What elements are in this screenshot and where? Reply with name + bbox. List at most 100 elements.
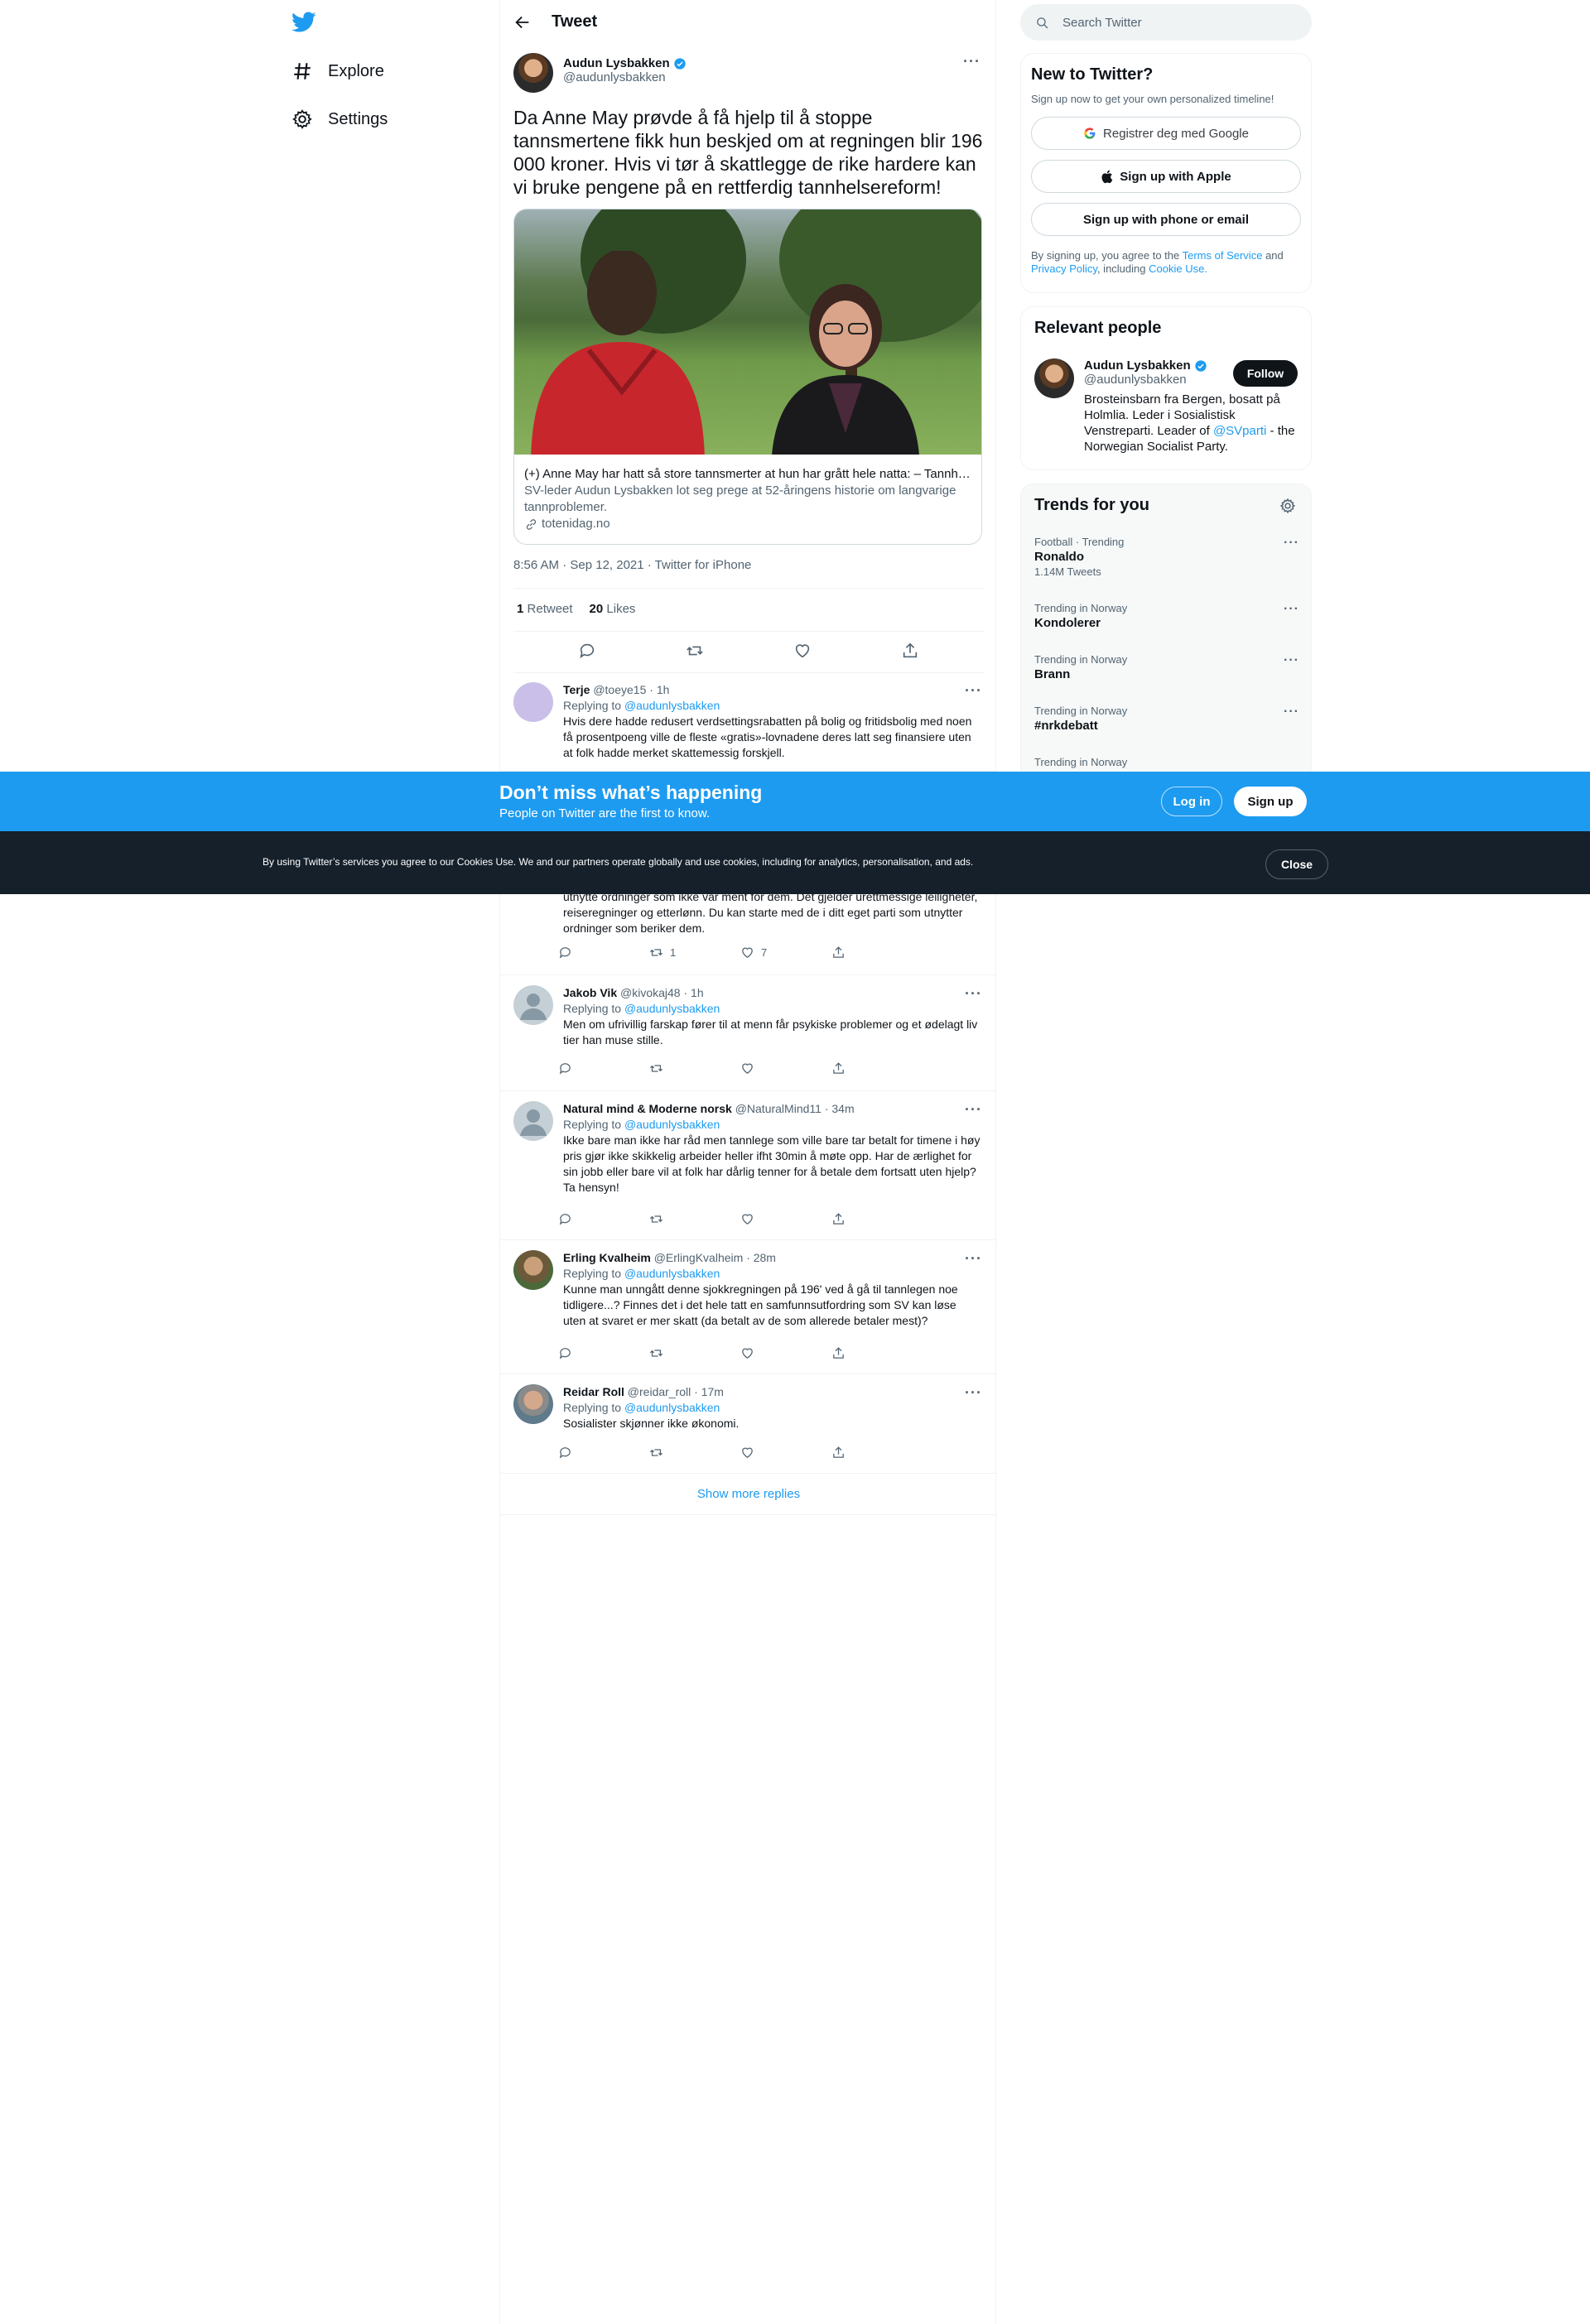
trend-item[interactable]: Trending in Norway Brann ··· [1034, 653, 1299, 681]
hashtag-icon [294, 63, 311, 79]
replying-to-handle[interactable]: @audunlysbakken [624, 1267, 720, 1280]
link-card[interactable]: (+) Anne May har hatt så store tannsmert… [513, 209, 982, 545]
reply-tweet[interactable]: ··· Erling Kvalheim @ErlingKvalheim · 28… [500, 1240, 997, 1374]
trend-count: 1.14M Tweets [1034, 565, 1101, 578]
bio-mention-link[interactable]: @SVparti [1213, 424, 1266, 438]
reply-time[interactable]: · 17m [694, 1385, 724, 1398]
replying-to-handle[interactable]: @audunlysbakken [624, 1118, 720, 1131]
reply-text: utnytte ordninger som ikke var ment for … [563, 890, 978, 935]
login-button[interactable]: Log in [1161, 787, 1222, 816]
trend-item[interactable]: Trending in Norway #nrkdebatt ··· [1034, 705, 1299, 733]
reply-author-handle[interactable]: @NaturalMind11 [735, 1102, 822, 1115]
author-handle[interactable]: @audunlysbakken [563, 70, 687, 84]
show-more-replies-button[interactable]: Show more replies [500, 1474, 997, 1515]
retweet-stat[interactable]: 1 Retweet [517, 602, 573, 616]
avatar[interactable] [513, 53, 553, 93]
retweet-icon[interactable] [649, 1446, 663, 1460]
retweet-icon[interactable] [649, 1346, 663, 1360]
trend-item[interactable]: Trending in Norway Kondolerer ··· [1034, 602, 1299, 630]
avatar[interactable] [1034, 358, 1074, 398]
gear-icon[interactable] [1279, 498, 1296, 514]
trend-item[interactable]: Trending in Norway [1034, 756, 1299, 768]
reply-tweet[interactable]: ··· Reidar Roll @reidar_roll · 17m Reply… [500, 1374, 997, 1474]
reply-text: Hvis dere hadde redusert verdsettingsrab… [563, 715, 972, 759]
like-icon[interactable] [740, 945, 754, 960]
more-options-icon[interactable]: ··· [1284, 705, 1299, 719]
avatar[interactable] [513, 985, 553, 1025]
reply-time[interactable]: · 1h [683, 986, 703, 999]
retweet-icon[interactable] [686, 642, 704, 660]
reply-author-handle[interactable]: @ErlingKvalheim [654, 1251, 744, 1264]
share-icon[interactable] [831, 945, 846, 960]
tweet-header: Tweet [500, 0, 995, 44]
more-options-icon[interactable]: ··· [1284, 653, 1299, 668]
apple-signup-button[interactable]: Sign up with Apple [1031, 160, 1301, 193]
reply-author-name[interactable]: Terje [563, 683, 590, 696]
tweet-timestamp[interactable]: 8:56 AM · Sep 12, 2021 · Twitter for iPh… [513, 558, 751, 572]
trend-item[interactable]: Football · Trending Ronaldo 1.14M Tweets… [1034, 536, 1299, 578]
retweet-icon[interactable] [649, 1061, 663, 1075]
replying-to-handle[interactable]: @audunlysbakken [624, 1401, 720, 1414]
avatar[interactable] [513, 1250, 553, 1290]
avatar[interactable] [513, 1384, 553, 1424]
retweet-icon[interactable] [649, 1212, 663, 1226]
share-icon[interactable] [831, 1446, 846, 1460]
more-options-icon[interactable]: ··· [963, 53, 980, 70]
reply-tweet[interactable]: ··· Terje @toeye15 · 1h Replying to @aud… [500, 672, 997, 772]
reply-icon[interactable] [558, 1061, 572, 1075]
nav-settings[interactable]: Settings [292, 103, 388, 136]
twitter-logo-icon[interactable] [292, 12, 316, 33]
reply-author-name[interactable]: Erling Kvalheim [563, 1251, 651, 1264]
more-options-icon[interactable]: ··· [1284, 602, 1299, 617]
privacy-link[interactable]: Privacy Policy [1031, 262, 1097, 275]
search-input[interactable]: Search Twitter [1020, 4, 1312, 41]
retweet-icon[interactable] [649, 945, 663, 960]
relevant-person-name[interactable]: Audun Lysbakken [1084, 358, 1191, 373]
avatar[interactable] [513, 1101, 553, 1141]
share-icon[interactable] [831, 1212, 846, 1226]
avatar[interactable] [513, 682, 553, 722]
share-icon[interactable] [831, 1346, 846, 1360]
like-icon[interactable] [740, 1446, 754, 1460]
reply-icon[interactable] [558, 945, 572, 960]
author-name[interactable]: Audun Lysbakken [563, 56, 670, 70]
more-options-icon[interactable]: ··· [1284, 536, 1299, 551]
like-icon[interactable] [740, 1061, 754, 1075]
back-arrow-icon[interactable] [513, 13, 532, 31]
signup-button[interactable]: Sign up [1234, 787, 1307, 816]
nav-explore[interactable]: Explore [292, 55, 384, 88]
google-signup-button[interactable]: Registrer deg med Google [1031, 117, 1301, 150]
reply-author-handle[interactable]: @kivokaj48 [620, 986, 681, 999]
reply-time[interactable]: · 28m [746, 1251, 776, 1264]
like-icon[interactable] [740, 1212, 754, 1226]
reply-tweet[interactable]: ··· Jakob Vik @kivokaj48 · 1h Replying t… [500, 975, 997, 1091]
new-to-twitter-panel: New to Twitter? Sign up now to get your … [1020, 53, 1312, 293]
reply-author-name[interactable]: Reidar Roll [563, 1385, 624, 1398]
share-icon[interactable] [831, 1061, 846, 1075]
reply-icon[interactable] [558, 1346, 572, 1360]
cookie-close-button[interactable]: Close [1265, 849, 1328, 879]
reply-icon[interactable] [558, 1212, 572, 1226]
reply-author-name[interactable]: Natural mind & Moderne norsk [563, 1102, 732, 1115]
terms-link[interactable]: Terms of Service [1183, 249, 1263, 262]
reply-author-handle[interactable]: @toeye15 [593, 683, 646, 696]
reply-icon[interactable] [558, 1446, 572, 1460]
reply-icon[interactable] [578, 642, 596, 660]
replying-to-handle[interactable]: @audunlysbakken [624, 1002, 720, 1015]
reply-tweet[interactable]: ··· Natural mind & Moderne norsk @Natura… [500, 1091, 997, 1240]
reply-author-name[interactable]: Jakob Vik [563, 986, 617, 999]
reply-text: Sosialister skjønner ikke økonomi. [563, 1417, 740, 1430]
share-icon[interactable] [901, 642, 919, 660]
reply-time[interactable]: · 34m [825, 1102, 855, 1115]
woman-figure [772, 284, 919, 455]
like-icon[interactable] [740, 1346, 754, 1360]
likes-stat[interactable]: 20 Likes [590, 602, 636, 616]
phone-email-signup-button[interactable]: Sign up with phone or email [1031, 203, 1301, 236]
reply-author-handle[interactable]: @reidar_roll [628, 1385, 691, 1398]
replying-to-handle[interactable]: @audunlysbakken [624, 699, 720, 712]
reply-time[interactable]: · 1h [649, 683, 669, 696]
cookie-use-link[interactable]: Cookie Use. [1149, 262, 1207, 275]
like-icon[interactable] [793, 642, 812, 660]
divider [513, 588, 984, 589]
follow-button[interactable]: Follow [1233, 360, 1298, 387]
